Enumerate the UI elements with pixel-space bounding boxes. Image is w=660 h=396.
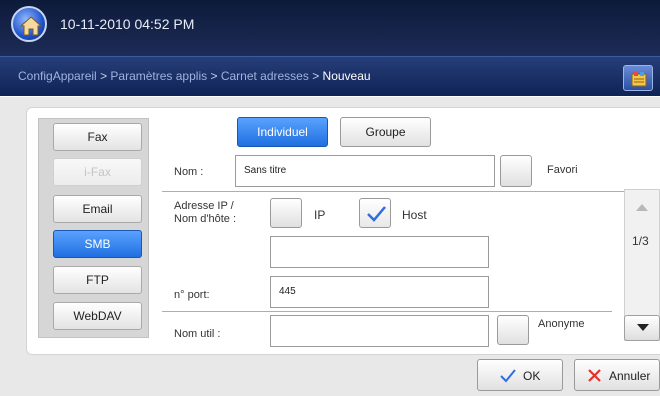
anonymous-label: Anonyme [538, 318, 585, 330]
checkmark-icon [367, 206, 386, 222]
breadcrumb-current: Nouveau [322, 69, 371, 83]
nav-webdav-button[interactable]: WebDAV [53, 302, 142, 330]
host-field[interactable] [270, 236, 489, 268]
name-label: Nom : [174, 166, 204, 178]
host-checkbox[interactable] [359, 198, 391, 228]
ip-checkbox[interactable] [270, 198, 302, 228]
cancel-label: Annuler [609, 369, 651, 383]
breadcrumb-item[interactable]: Carnet adresses [221, 69, 309, 83]
scroll-down-icon [637, 324, 649, 331]
datetime: 10-11-2010 04:52 PM [60, 16, 195, 32]
group-button[interactable]: Groupe [340, 117, 431, 147]
nav-smb-button[interactable]: SMB [53, 230, 142, 258]
ip-label: IP [314, 208, 326, 222]
nav-fax-button[interactable]: Fax [53, 123, 142, 151]
address-label-line1: Adresse IP / [174, 200, 234, 212]
address-book-icon [631, 72, 647, 87]
anonymous-checkbox[interactable] [497, 315, 529, 345]
breadcrumb-separator: > [100, 69, 111, 83]
individual-button[interactable]: Individuel [237, 117, 328, 147]
breadcrumb-separator: > [312, 69, 323, 83]
top-bar: 10-11-2010 04:52 PM [0, 0, 660, 56]
home-icon [19, 16, 43, 36]
close-icon [588, 369, 601, 382]
nav-ftp-button[interactable]: FTP [53, 266, 142, 294]
host-label: Host [402, 208, 427, 222]
nav-ifax-button: i-Fax [53, 158, 142, 186]
page-indicator: 1/3 [632, 234, 649, 248]
ok-label: OK [523, 369, 541, 383]
user-label: Nom util : [174, 328, 221, 340]
home-button[interactable] [11, 6, 47, 42]
breadcrumb-bar: ConfigAppareil > Paramètres applis > Car… [0, 56, 660, 96]
address-label-line2: Nom d'hôte : [174, 213, 237, 225]
favorite-checkbox[interactable] [500, 155, 532, 187]
scroll-down-button[interactable] [624, 315, 660, 341]
cancel-button[interactable]: Annuler [574, 359, 660, 391]
user-field[interactable] [270, 315, 489, 347]
port-field[interactable]: 445 [270, 276, 489, 308]
breadcrumb-item[interactable]: Paramètres applis [110, 69, 207, 83]
breadcrumb-item[interactable]: ConfigAppareil [18, 69, 97, 83]
check-icon [500, 369, 516, 383]
ok-button[interactable]: OK [477, 359, 563, 391]
breadcrumb-separator: > [210, 69, 221, 83]
nav-email-button[interactable]: Email [53, 195, 142, 223]
scroll-up-icon[interactable] [636, 203, 648, 211]
breadcrumb: ConfigAppareil > Paramètres applis > Car… [18, 69, 371, 83]
name-field[interactable]: Sans titre [235, 155, 495, 187]
section-divider [162, 311, 612, 312]
port-label: n° port: [174, 289, 210, 301]
favorite-label: Favori [547, 164, 578, 176]
section-divider [162, 191, 642, 192]
address-book-button[interactable] [623, 65, 653, 91]
